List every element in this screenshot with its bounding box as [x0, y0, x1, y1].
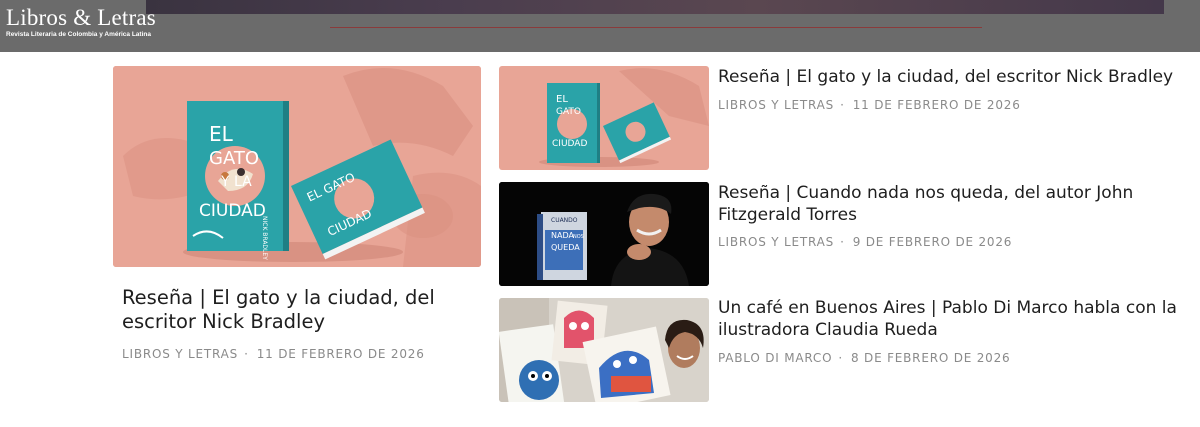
featured-article-image[interactable]: EL GATO Y LA CIUDAD NICK BRADLEY EL GATO… — [113, 66, 481, 267]
featured-book-illustration: EL GATO Y LA CIUDAD NICK BRADLEY EL GATO… — [113, 66, 481, 267]
featured-article-title[interactable]: Reseña | El gato y la ciudad, del escrit… — [122, 286, 482, 334]
cover-author: NICK BRADLEY — [261, 216, 268, 260]
book-title-line3: NOS — [573, 234, 584, 240]
article-thumbnail[interactable]: CUANDO NADA NOS QUEDA — [499, 182, 709, 286]
article-author[interactable]: LIBROS Y LETRAS — [122, 347, 238, 361]
article-date: 9 DE FEBRERO DE 2026 — [852, 235, 1013, 249]
svg-text:CIUDAD: CIUDAD — [552, 139, 587, 149]
cover-title-line4: CIUDAD — [199, 201, 266, 221]
svg-text:GATO: GATO — [556, 107, 581, 117]
illustrations-thumbnail — [499, 298, 709, 402]
site-tagline: Revista Literaria de Colombia y América … — [6, 31, 151, 38]
article-thumbnail[interactable]: EL GATO CIUDAD — [499, 66, 709, 170]
meta-separator: · — [840, 235, 845, 249]
meta-separator: · — [838, 351, 843, 365]
article-title[interactable]: Reseña | Cuando nada nos queda, del auto… — [718, 182, 1198, 226]
article-author[interactable]: PABLO DI MARCO — [718, 351, 832, 365]
cuando-nada-thumbnail: CUANDO NADA NOS QUEDA — [499, 182, 709, 286]
article-thumbnail[interactable] — [499, 298, 709, 402]
site-logo[interactable]: Libros & Letras Revista Literaria de Col… — [6, 6, 156, 39]
book-title-line1: CUANDO — [551, 217, 578, 224]
gato-book-thumbnail: EL GATO CIUDAD — [499, 66, 709, 170]
article-date: 8 DE FEBRERO DE 2026 — [850, 351, 1011, 365]
cover-title-line2: GATO — [209, 148, 259, 169]
article-title[interactable]: Un café en Buenos Aires | Pablo Di Marco… — [718, 297, 1198, 341]
article-author[interactable]: LIBROS Y LETRAS — [718, 98, 834, 112]
article-author[interactable]: LIBROS Y LETRAS — [718, 235, 834, 249]
article-date: 11 DE FEBRERO DE 2026 — [256, 347, 425, 361]
article-meta: LIBROS Y LETRAS · 9 DE FEBRERO DE 2026 — [718, 235, 1012, 249]
svg-text:EL: EL — [556, 94, 568, 105]
book-title-line4: QUEDA — [551, 243, 580, 252]
book-title-line2: NADA — [551, 231, 574, 240]
article-meta: LIBROS Y LETRAS · 11 DE FEBRERO DE 2026 — [718, 98, 1021, 112]
header-banner-image — [146, 0, 1164, 14]
article-title[interactable]: Reseña | El gato y la ciudad, del escrit… — [718, 66, 1198, 88]
site-header: Libros & Letras Revista Literaria de Col… — [0, 0, 1200, 52]
featured-article-meta: LIBROS Y LETRAS · 11 DE FEBRERO DE 2026 — [122, 347, 425, 361]
header-divider — [330, 27, 982, 28]
cover-title-line1: EL — [209, 122, 234, 146]
site-name: Libros & Letras — [6, 5, 156, 30]
cover-title-line3: Y LA — [220, 174, 252, 190]
article-date: 11 DE FEBRERO DE 2026 — [852, 98, 1021, 112]
meta-separator: · — [244, 347, 249, 361]
meta-separator: · — [840, 98, 845, 112]
article-meta: PABLO DI MARCO · 8 DE FEBRERO DE 2026 — [718, 351, 1010, 365]
